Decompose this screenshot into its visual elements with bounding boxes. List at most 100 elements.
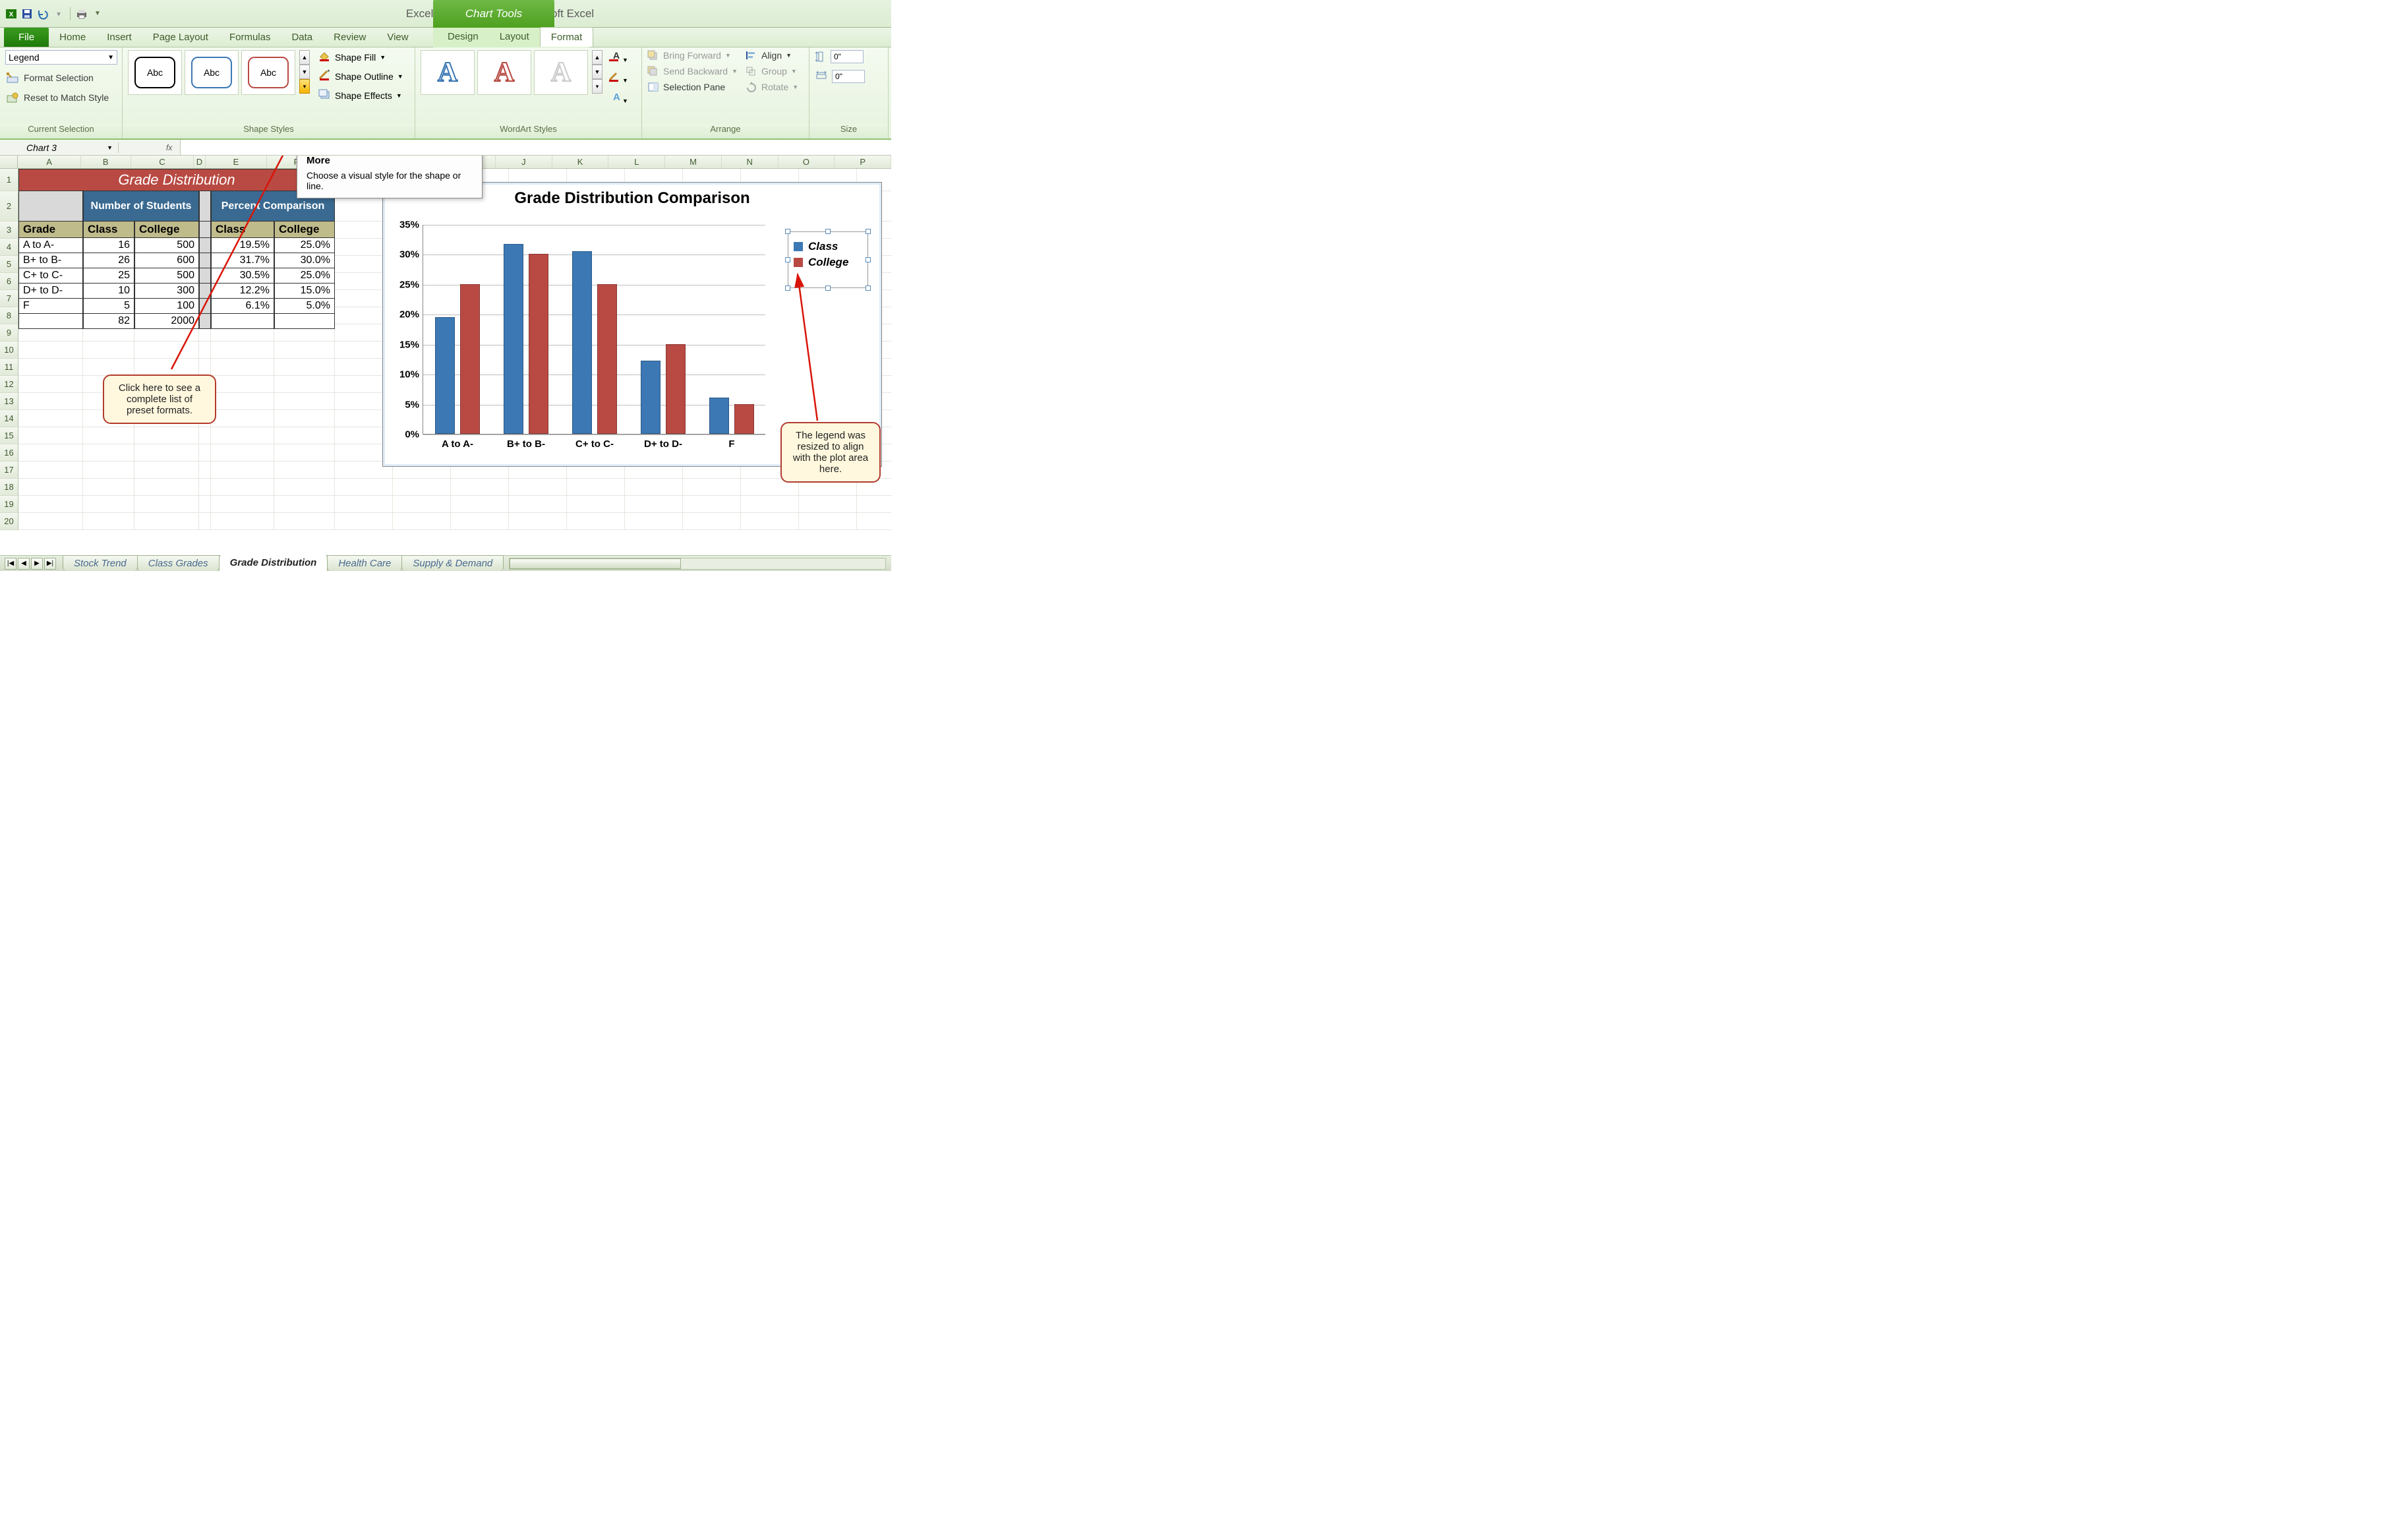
width-input[interactable]: 0" <box>832 70 865 83</box>
col-header-K[interactable]: K <box>552 156 609 168</box>
row-header-12[interactable]: 12 <box>0 376 18 393</box>
tab-view[interactable]: View <box>376 28 419 47</box>
row-header-2[interactable]: 2 <box>0 191 18 222</box>
tab-formulas[interactable]: Formulas <box>219 28 281 47</box>
excel-icon[interactable]: X <box>4 7 18 21</box>
shape-style-preset-2[interactable]: Abc <box>185 50 239 95</box>
select-all-corner[interactable] <box>0 156 18 168</box>
col-header-O[interactable]: O <box>778 156 835 168</box>
name-box[interactable]: Chart 3▼ <box>0 142 119 153</box>
bring-forward-button[interactable]: Bring Forward▼ <box>647 50 738 61</box>
row-header-4[interactable]: 4 <box>0 239 18 256</box>
col-header-C[interactable]: C <box>131 156 194 168</box>
sheet-tab-supply-demand[interactable]: Supply & Demand <box>401 555 504 571</box>
shape-outline-button[interactable]: Shape Outline ▼ <box>318 69 403 83</box>
formula-input[interactable] <box>180 140 891 155</box>
chart-legend[interactable]: Class College <box>788 231 868 288</box>
bar-college-4[interactable] <box>734 404 754 434</box>
bar-college-2[interactable] <box>597 284 617 434</box>
row-header-15[interactable]: 15 <box>0 427 18 444</box>
fx-icon[interactable]: fx <box>158 143 180 152</box>
shape-style-preset-3[interactable]: Abc <box>241 50 295 95</box>
wordart-preset-1[interactable]: A <box>421 50 475 95</box>
row-header-8[interactable]: 8 <box>0 307 18 324</box>
shape-gallery-down[interactable]: ▼ <box>299 65 310 79</box>
print-icon[interactable] <box>74 7 89 21</box>
row-header-13[interactable]: 13 <box>0 393 18 410</box>
send-backward-button[interactable]: Send Backward▼ <box>647 66 738 76</box>
col-header-A[interactable]: A <box>18 156 80 168</box>
qat-dropdown-icon[interactable]: ▼ <box>90 7 105 21</box>
row-header-14[interactable]: 14 <box>0 410 18 427</box>
bar-class-0[interactable] <box>435 317 455 434</box>
text-fill-button[interactable]: A▼ <box>608 50 628 64</box>
sheet-nav-first[interactable]: |◀ <box>5 558 16 570</box>
col-header-L[interactable]: L <box>608 156 665 168</box>
col-header-D[interactable]: D <box>194 156 206 168</box>
row-header-17[interactable]: 17 <box>0 462 18 479</box>
col-header-P[interactable]: P <box>835 156 891 168</box>
tab-review[interactable]: Review <box>323 28 376 47</box>
tab-page-layout[interactable]: Page Layout <box>142 28 219 47</box>
col-header-B[interactable]: B <box>81 156 131 168</box>
shape-effects-button[interactable]: Shape Effects ▼ <box>318 88 403 102</box>
row-header-18[interactable]: 18 <box>0 479 18 496</box>
bar-class-3[interactable] <box>641 361 661 434</box>
save-icon[interactable] <box>20 7 34 21</box>
row-header-7[interactable]: 7 <box>0 290 18 307</box>
wordart-gallery-down[interactable]: ▼ <box>592 65 602 79</box>
row-header-11[interactable]: 11 <box>0 359 18 376</box>
row-header-5[interactable]: 5 <box>0 256 18 273</box>
tab-format[interactable]: Format <box>540 27 594 47</box>
wordart-gallery-more[interactable]: ▾ <box>592 79 602 94</box>
tab-insert[interactable]: Insert <box>96 28 142 47</box>
text-outline-button[interactable]: ▼ <box>608 71 628 84</box>
tab-home[interactable]: Home <box>49 28 96 47</box>
sheet-nav-next[interactable]: ▶ <box>31 558 43 570</box>
sheet-tab-class-grades[interactable]: Class Grades <box>137 555 220 571</box>
bar-class-2[interactable] <box>572 251 592 434</box>
selection-pane-button[interactable]: Selection Pane <box>647 82 738 92</box>
bar-college-1[interactable] <box>529 254 548 434</box>
bar-college-0[interactable] <box>460 284 480 434</box>
sheet-tab-grade-distribution[interactable]: Grade Distribution <box>219 555 328 571</box>
sheet-tab-health-care[interactable]: Health Care <box>327 555 402 571</box>
text-effects-button[interactable]: A▼ <box>608 91 628 105</box>
bar-class-4[interactable] <box>709 398 729 434</box>
shape-gallery-up[interactable]: ▲ <box>299 50 310 65</box>
file-tab[interactable]: File <box>4 28 49 47</box>
sheet-nav-prev[interactable]: ◀ <box>18 558 30 570</box>
col-header-E[interactable]: E <box>206 156 268 168</box>
wordart-preset-3[interactable]: A <box>534 50 588 95</box>
tab-design[interactable]: Design <box>437 27 489 47</box>
row-header-9[interactable]: 9 <box>0 324 18 342</box>
row-header-10[interactable]: 10 <box>0 342 18 359</box>
wordart-gallery-up[interactable]: ▲ <box>592 50 602 65</box>
reset-match-style-button[interactable]: Reset to Match Style <box>5 91 109 104</box>
col-header-J[interactable]: J <box>496 156 552 168</box>
format-selection-button[interactable]: Format Selection <box>5 71 94 84</box>
height-input[interactable]: 0" <box>831 50 864 63</box>
row-header-3[interactable]: 3 <box>0 222 18 239</box>
sheet-tab-stock-trend[interactable]: Stock Trend <box>63 555 138 571</box>
redo-icon[interactable]: ▾ <box>51 7 66 21</box>
group-button[interactable]: Group▼ <box>746 66 798 76</box>
shape-gallery-more[interactable]: ▾ <box>299 79 310 94</box>
row-header-20[interactable]: 20 <box>0 513 18 530</box>
sheet-nav-last[interactable]: ▶| <box>44 558 56 570</box>
col-header-N[interactable]: N <box>722 156 778 168</box>
bar-class-1[interactable] <box>504 244 523 434</box>
rotate-button[interactable]: Rotate▼ <box>746 82 798 92</box>
horizontal-scrollbar[interactable] <box>509 558 886 570</box>
undo-icon[interactable] <box>36 7 50 21</box>
shape-style-preset-1[interactable]: Abc <box>128 50 182 95</box>
row-header-16[interactable]: 16 <box>0 444 18 462</box>
col-header-M[interactable]: M <box>665 156 722 168</box>
chart-element-dropdown[interactable]: Legend ▼ <box>5 50 117 65</box>
align-button[interactable]: Align▼ <box>746 50 798 61</box>
chart-plot-area[interactable]: 0%5%10%15%20%25%30%35%A to A-B+ to B-C+ … <box>423 225 765 435</box>
wordart-preset-2[interactable]: A <box>477 50 531 95</box>
row-header-1[interactable]: 1 <box>0 169 18 191</box>
row-header-6[interactable]: 6 <box>0 273 18 290</box>
tab-data[interactable]: Data <box>281 28 323 47</box>
